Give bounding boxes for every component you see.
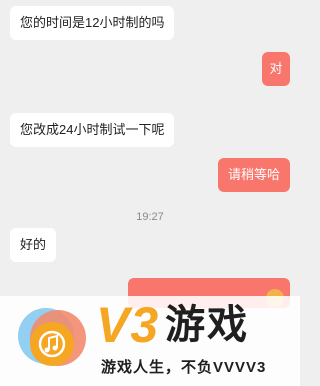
message-bubble-incoming[interactable]: 您的时间是12小时制的吗 xyxy=(10,6,175,40)
message-bubble-incoming[interactable]: 好的 xyxy=(10,228,57,262)
message-bubble-outgoing[interactable]: 请稍等哈 xyxy=(217,158,290,192)
watermark-brand-latin: V3 xyxy=(96,297,160,353)
message-bubble-incoming[interactable]: 您改成24小时制试一下呢 xyxy=(10,113,175,147)
watermark-slogan: 游戏人生，不负VVVV3 xyxy=(101,359,267,376)
music-note-logo-icon xyxy=(18,308,86,366)
watermark-brand-cn: 游戏 xyxy=(165,303,250,347)
message-bubble-outgoing[interactable]: 对 xyxy=(262,52,290,86)
message-timestamp: 19:27 xyxy=(136,211,164,223)
watermark-brand: V3 游戏 xyxy=(96,297,249,353)
